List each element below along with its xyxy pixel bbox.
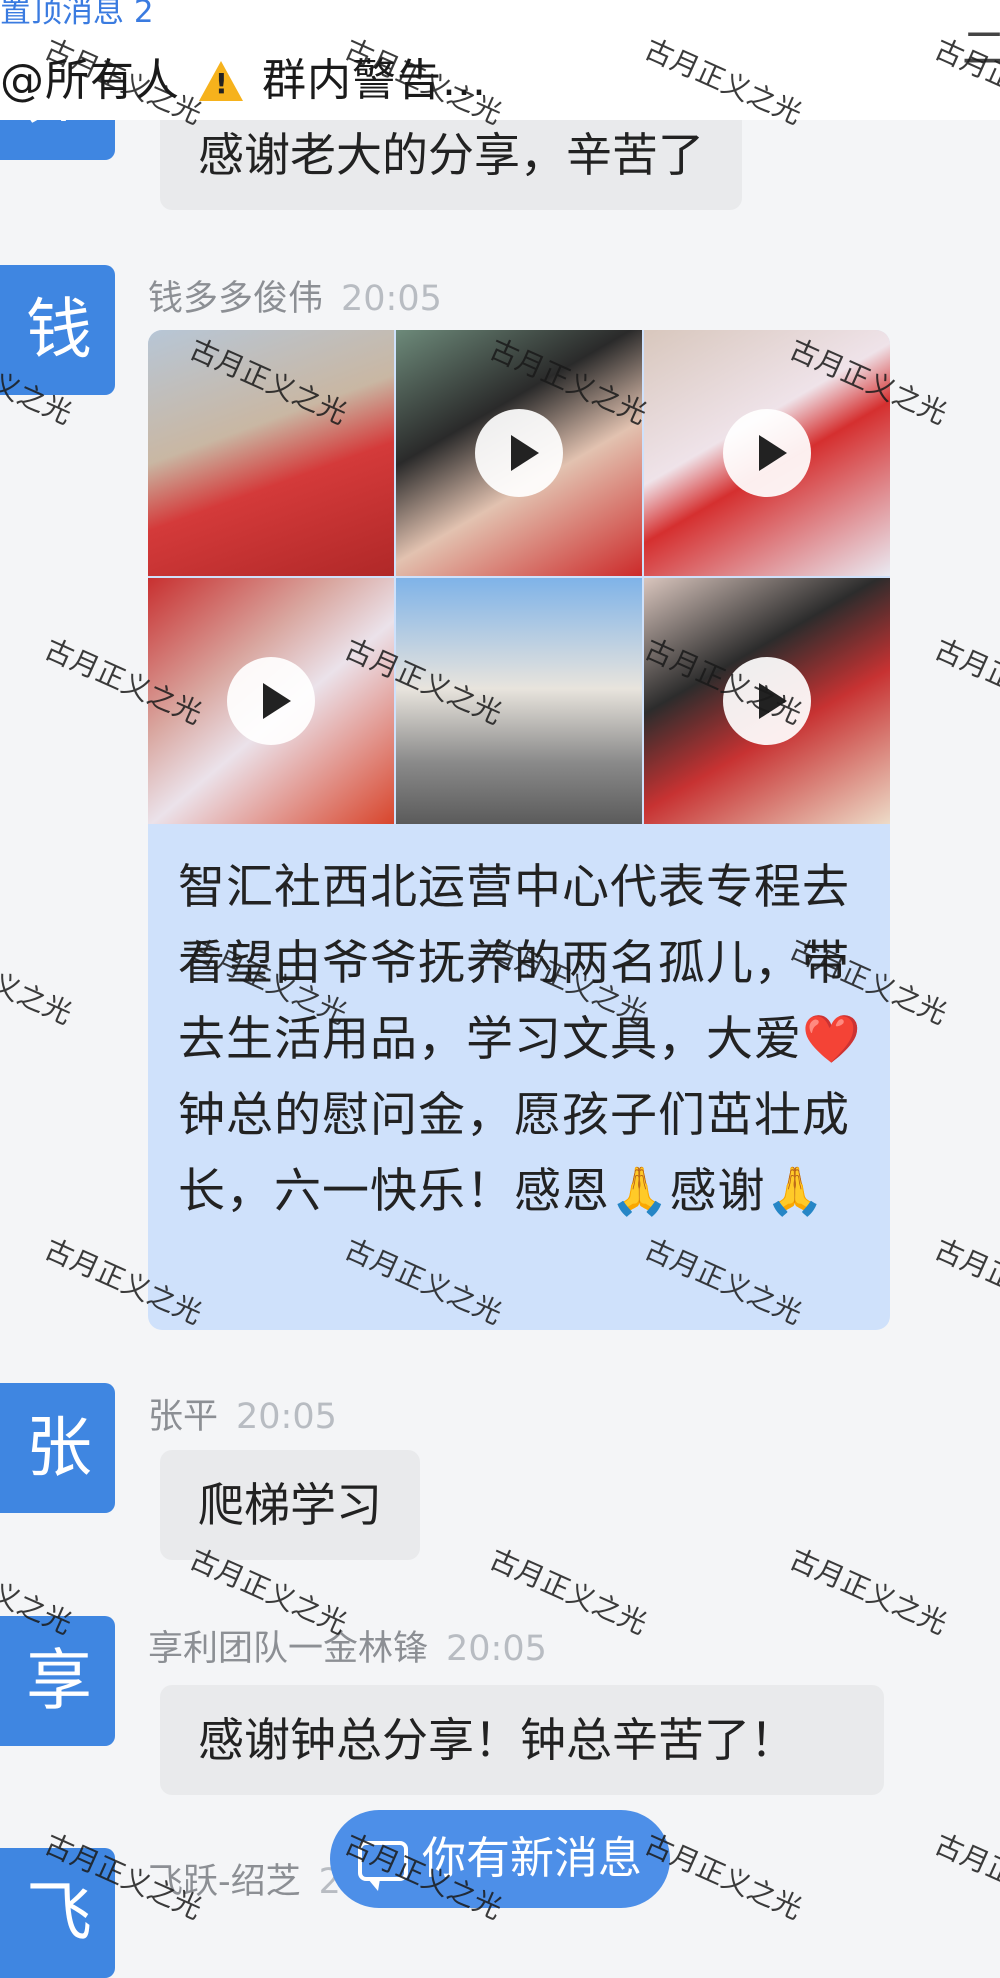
pinned-message-text: @所有人 群内警告...: [0, 44, 487, 108]
message-time: 20:05: [446, 1629, 547, 1669]
avatar[interactable]: 享: [0, 1616, 115, 1746]
sender-name: 钱多多俊伟: [148, 279, 324, 319]
watermark: 古月正义之光: [784, 1542, 952, 1641]
mention-all: @所有人: [0, 55, 180, 106]
pinned-message-title: 置顶消息 2: [0, 0, 154, 30]
play-icon[interactable]: [227, 657, 315, 745]
avatar[interactable]: 张: [0, 1383, 115, 1513]
pray-icon: 🙏: [765, 1164, 826, 1219]
message-time: 20:05: [236, 1397, 337, 1437]
new-message-button[interactable]: 你有新消息: [330, 1810, 670, 1908]
media-thumbnail[interactable]: [148, 330, 394, 576]
media-message-card[interactable]: 智汇社西北运营中心代表专程去看望由爷爷抚养的两名孤儿，带去生活用品，学习文具，大…: [148, 330, 890, 1330]
sender-line: 张平 20:05: [148, 1388, 337, 1439]
avatar[interactable]: 飞: [0, 1848, 115, 1978]
chat-bubble-icon: [358, 1841, 408, 1891]
watermark: 古月正义之光: [929, 1827, 1000, 1926]
play-icon[interactable]: [475, 409, 563, 497]
menu-icon[interactable]: 二: [962, 12, 1000, 76]
media-thumbnail[interactable]: [396, 578, 642, 824]
watermark: 古月正义之光: [929, 1232, 1000, 1331]
pinned-warning-text: 群内警告...: [262, 55, 487, 106]
caption-text: 智汇社西北运营中心代表专程去看望由爷爷抚养的两名孤儿，带去生活用品，学习文具，大…: [178, 860, 850, 1067]
media-thumbnail[interactable]: [644, 330, 890, 576]
sender-name: 飞跃-绍芝: [148, 1862, 301, 1902]
sender-line: 钱多多俊伟 20:05: [148, 270, 442, 321]
message-caption: 智汇社西北运营中心代表专程去看望由爷爷抚养的两名孤儿，带去生活用品，学习文具，大…: [178, 850, 868, 1230]
pray-icon: 🙏: [610, 1164, 670, 1219]
media-grid: [148, 330, 890, 826]
heart-icon: ❤️: [802, 1012, 862, 1067]
avatar[interactable]: 钱: [0, 265, 115, 395]
pinned-message-bar[interactable]: 置顶消息 2 @所有人 群内警告... 二: [0, 0, 1000, 120]
new-message-label: 你有新消息: [422, 1833, 642, 1884]
media-thumbnail[interactable]: [396, 330, 642, 576]
media-thumbnail[interactable]: [148, 578, 394, 824]
warning-icon: [199, 61, 243, 101]
sender-name: 享利团队一金林锋: [148, 1629, 429, 1669]
watermark: 古月正义之光: [929, 632, 1000, 731]
sender-name: 张平: [148, 1397, 219, 1437]
play-icon[interactable]: [723, 657, 811, 745]
watermark: 古月正义之光: [0, 932, 77, 1031]
message-time: 20:05: [341, 279, 442, 319]
sender-line: 享利团队一金林锋 20:05: [148, 1620, 547, 1671]
media-thumbnail[interactable]: [644, 578, 890, 824]
caption-text: 感谢: [669, 1164, 766, 1219]
play-icon[interactable]: [723, 409, 811, 497]
message-bubble[interactable]: 感谢钟总分享！钟总辛苦了！: [160, 1685, 884, 1795]
message-bubble[interactable]: 爬梯学习: [160, 1450, 420, 1560]
